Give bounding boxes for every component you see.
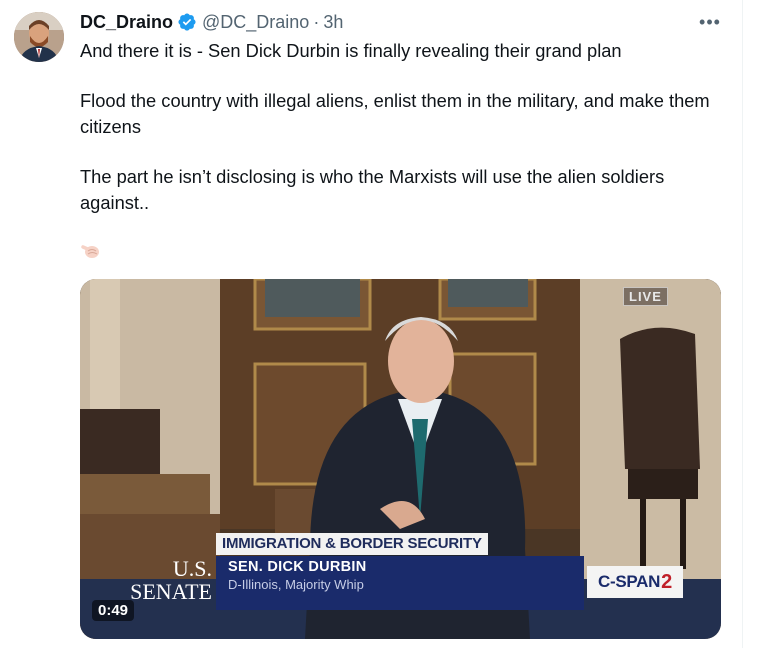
timeline-border [742,0,743,648]
senate-line-1: U.S. [172,556,212,581]
live-badge: LIVE [623,287,668,306]
tweet-text-line: The part he isn’t disclosing is who the … [80,166,665,213]
author-name[interactable]: DC_Draino [80,12,173,33]
header-separator: · [313,11,320,32]
cspan-number: 2 [661,570,672,593]
timestamp[interactable]: 3h [323,12,343,33]
tweet-card[interactable]: DC_Draino @DC_Draino · 3h ••• And there … [0,0,742,648]
tweet-text-line: Flood the country with illegal aliens, e… [80,90,710,137]
chyron-name: SEN. DICK DURBIN [228,559,367,575]
cspan-text: C-SPAN [598,572,661,591]
chyron-title: D-Illinois, Majority Whip [228,577,364,592]
cspan-logo: C-SPAN 2 [587,566,683,598]
avatar[interactable] [14,12,64,62]
tweet-text-line: And there it is - Sen Dick Durbin is fin… [80,40,622,61]
avatar-image [14,12,64,62]
more-options-icon[interactable]: ••• [696,10,724,34]
author-handle[interactable]: @DC_Draino [202,12,309,33]
chyron-topic: IMMIGRATION & BORDER SECURITY [216,533,488,555]
pointing-hand-icon [80,239,102,261]
tweet-header: DC_Draino @DC_Draino · 3h [80,10,343,34]
verified-badge-icon [177,12,197,32]
us-senate-logo: U.S. SENATE [114,558,212,604]
video-duration: 0:49 [92,600,135,621]
